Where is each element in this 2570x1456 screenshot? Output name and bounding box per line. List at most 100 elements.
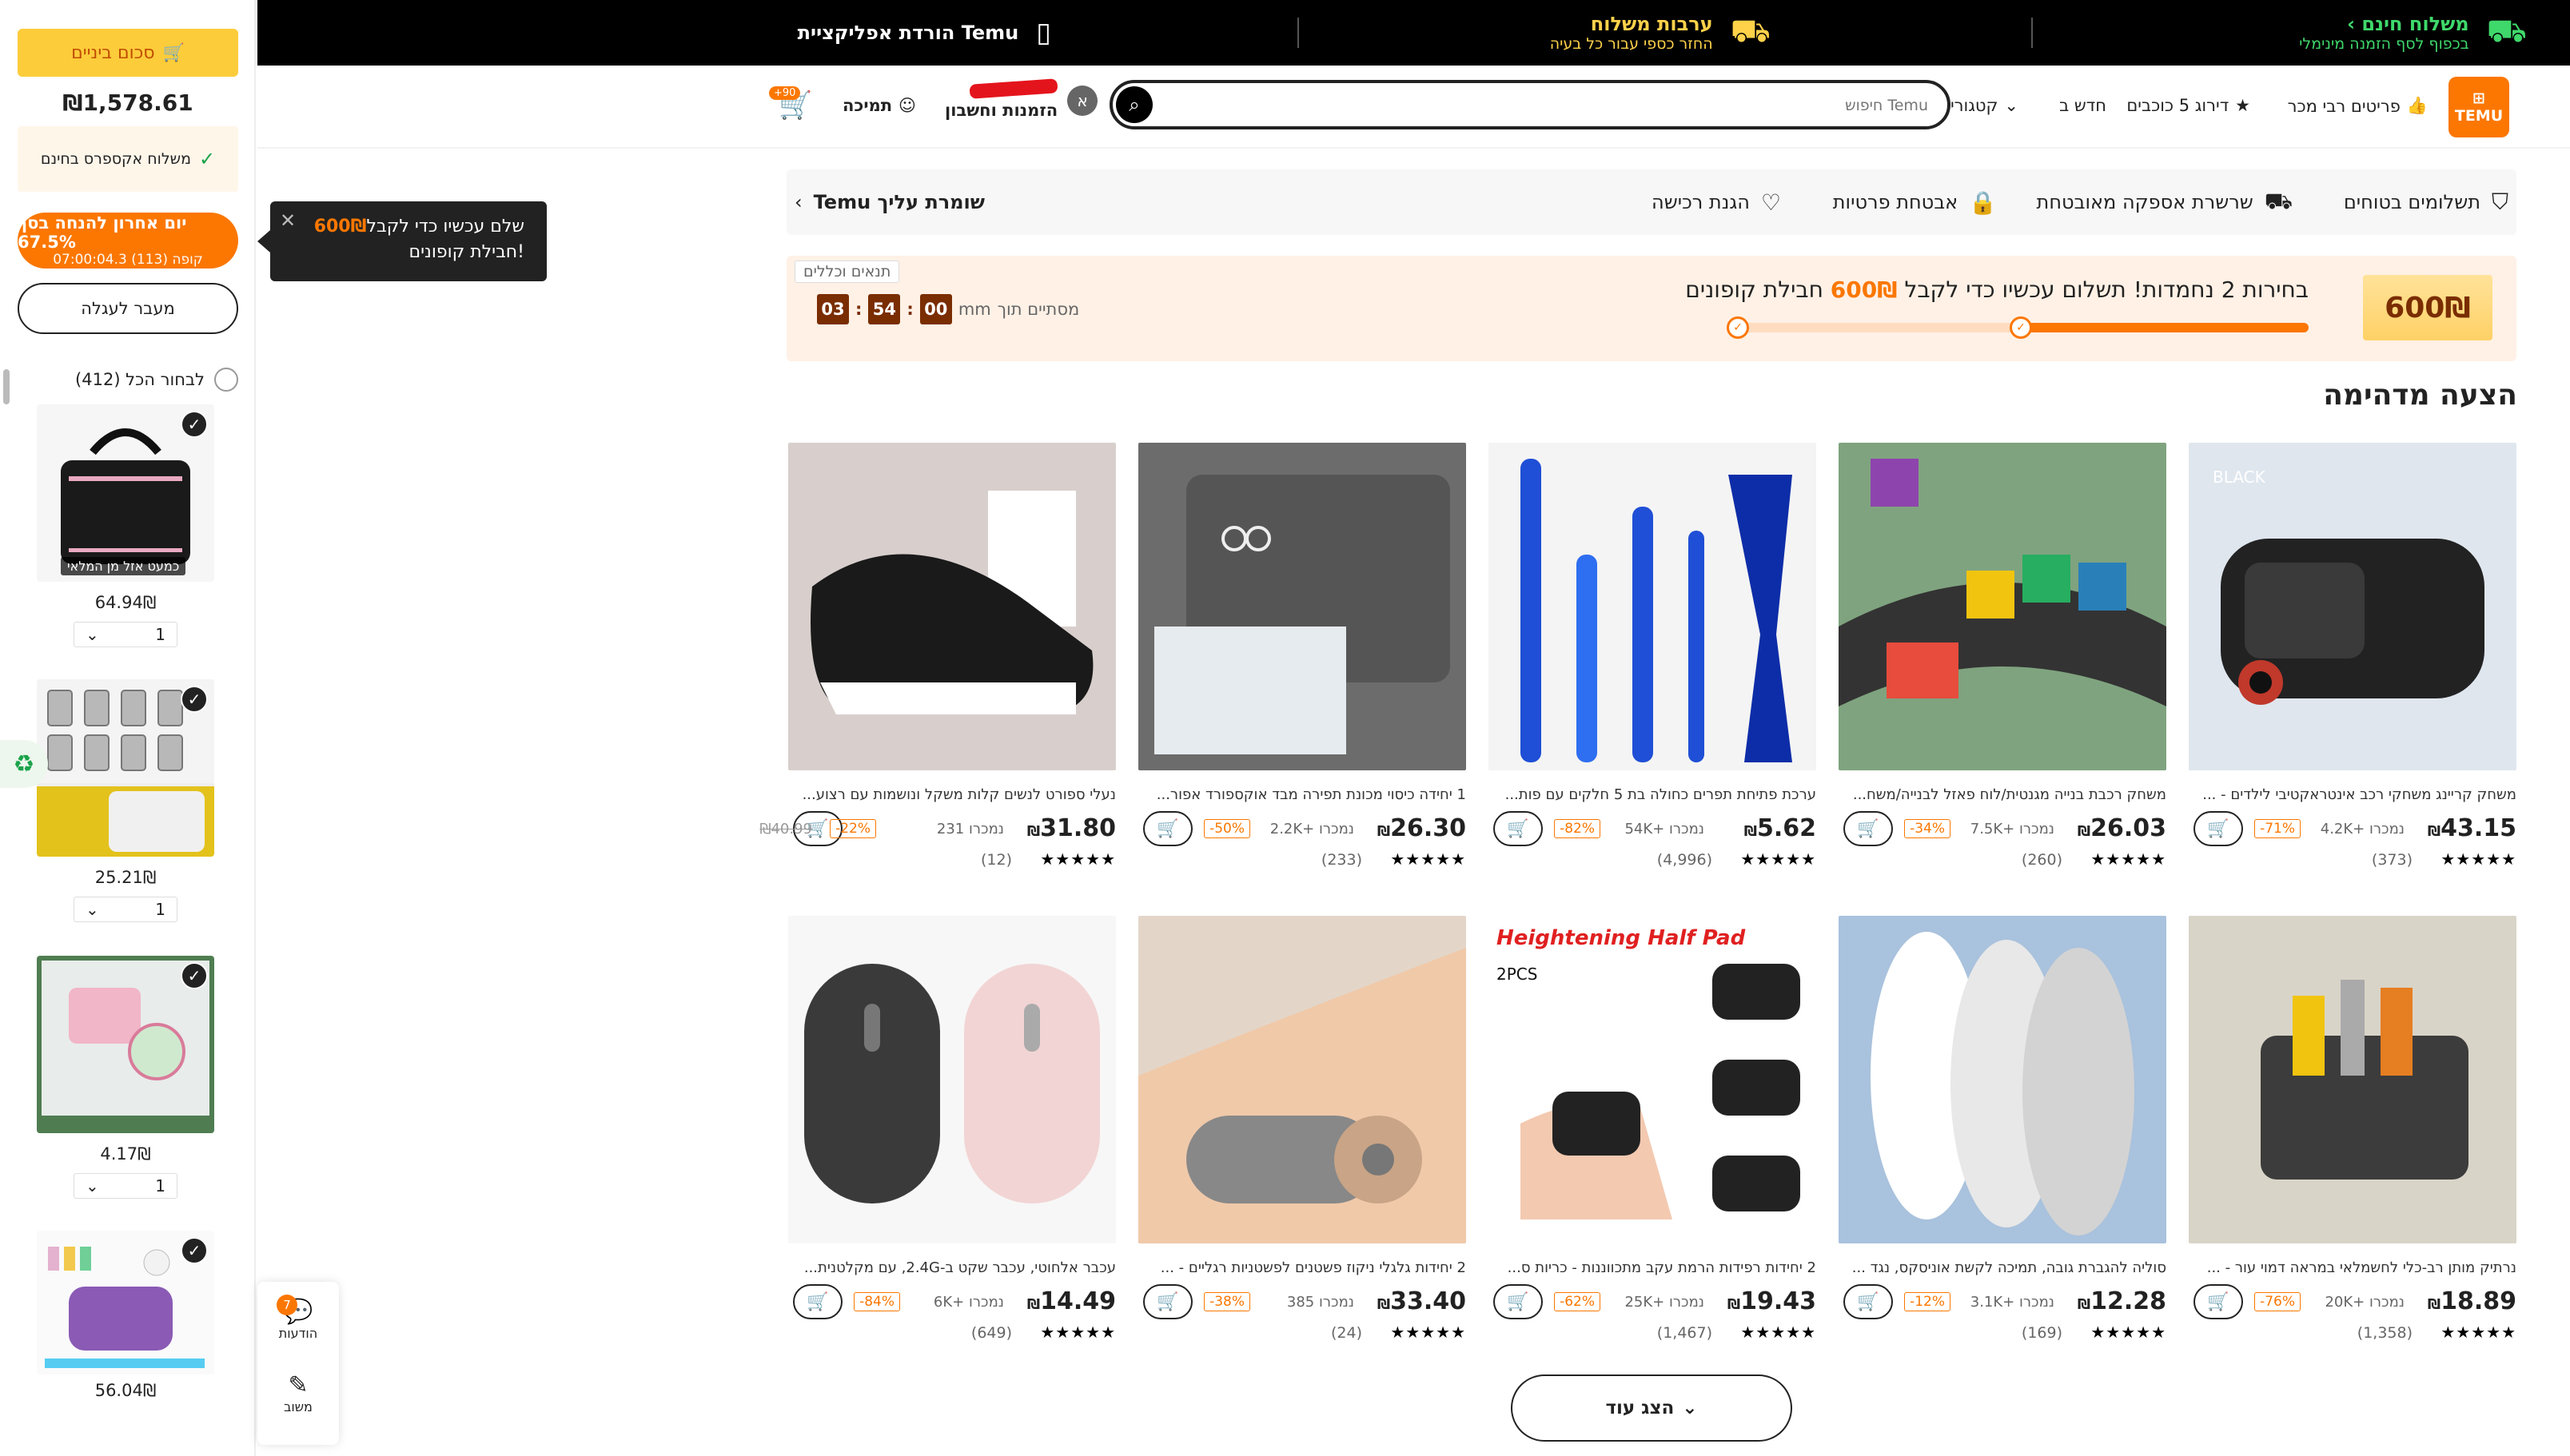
feedback-button[interactable]: ✎ משוב xyxy=(257,1371,339,1414)
product-title[interactable]: ערכת פתיחת תפרים כחולה בת 5 חלקים עם פות… xyxy=(1488,786,1816,803)
cart-item-image[interactable]: ✓ xyxy=(37,679,214,857)
product-title[interactable]: 2 יחידות רפידות הרמת עקב מתכווננות - כרי… xyxy=(1488,1259,1816,1276)
product-image[interactable] xyxy=(1138,916,1466,1243)
avatar[interactable]: א xyxy=(1067,86,1098,116)
product-image[interactable] xyxy=(2189,916,2516,1243)
temu-protects-you[interactable]: ‹ Temu שומרת עליך xyxy=(795,169,985,235)
nav-best-sellers[interactable]: פריטים רבי מכר 👍 xyxy=(2288,96,2428,116)
cart-item[interactable]: ✓ 4.17₪ ⌄ 1 xyxy=(37,956,214,1199)
review-count: (1,467) xyxy=(1656,1324,1712,1342)
thumbs-up-icon: 👍 xyxy=(2406,96,2428,115)
product-title[interactable]: משחק קריינג משחקי רכב אינטראקטיבי לילדים… xyxy=(2189,786,2516,803)
price-value: 18.89 xyxy=(2441,1287,2516,1315)
nav-category[interactable]: קטגוריה ⌄ xyxy=(1939,96,2018,115)
add-to-cart-button[interactable]: 🛒 xyxy=(1493,1284,1543,1319)
product-card[interactable]: Heightening Half Pad 2PCS 2 יחידות רפידות… xyxy=(1488,916,1816,1343)
product-card[interactable]: ערכת פתיחת תפרים כחולה בת 5 חלקים עם פות… xyxy=(1488,443,1816,870)
product-card[interactable]: נרתיק מותן רב-כלי לחשמלאי במראה דמוי עור… xyxy=(2189,916,2516,1343)
promo-checkout-button[interactable]: יום אחרון להנחה בסך 67.5% קופה (113) 07:… xyxy=(18,213,238,269)
eco-widget-icon[interactable]: ♻ xyxy=(0,740,48,788)
add-to-cart-button[interactable]: 🛒 xyxy=(1143,811,1193,846)
quantity-select[interactable]: ⌄ 1 xyxy=(74,1173,177,1199)
discount-badge: -38% xyxy=(1204,1292,1250,1311)
tooltip-line-1: שלם עכשיו כדי לקבל600₪ xyxy=(293,214,524,240)
price-value: 33.40 xyxy=(1390,1287,1466,1315)
cart-item[interactable]: ✓ כמעט אזל מן המלאי 64.94₪ ⌄ 1 xyxy=(37,404,214,647)
notifications-button[interactable]: 💬 7 הודעות xyxy=(257,1295,339,1341)
product-image[interactable] xyxy=(1839,443,2166,770)
search-icon[interactable]: ⌕ xyxy=(1116,86,1153,123)
add-to-cart-button[interactable]: 🛒 xyxy=(1493,811,1543,846)
add-to-cart-button[interactable]: 🛒 xyxy=(1143,1284,1193,1319)
top-promo-bar: ‹ משלוח חינם בכפוף לסף הזמנה מינימלי ⛟ ע… xyxy=(257,0,2570,66)
go-to-cart-button[interactable]: מעבר לעגלה xyxy=(18,283,238,334)
product-title[interactable]: 1 יחידה כיסוי מכונת תפירה מבד אוקספורד א… xyxy=(1138,786,1466,803)
item-checked-icon[interactable]: ✓ xyxy=(181,411,208,438)
quantity-select[interactable]: ⌄ 1 xyxy=(74,622,177,647)
search-bar[interactable]: ⌕ xyxy=(1110,80,1950,129)
product-image[interactable] xyxy=(788,443,1116,770)
product-image[interactable] xyxy=(788,916,1116,1243)
product-card[interactable]: נעלי ספורט לנשים קלות משקל ונושמות עם רצ… xyxy=(759,443,1116,870)
delivery-guarantee-promo[interactable]: ערבות משלוח החזר כספי עבור כל בעיה ⛟ xyxy=(1550,0,1771,66)
show-more-button[interactable]: הצג עוד ⌄ xyxy=(1511,1374,1792,1442)
select-all-radio[interactable] xyxy=(214,368,238,392)
support-link[interactable]: תמיכה ☺ xyxy=(843,96,916,115)
countdown-hours: 03 xyxy=(817,294,849,324)
trust-safe-payments-label: תשלומים בטוחים xyxy=(2343,191,2480,213)
coupon-banner[interactable]: 600₪ בחירות 2 נחמדות! תשלום עכשיו כדי לק… xyxy=(787,256,2516,361)
cart-item-image[interactable]: ✓ כמעט אזל מן המלאי xyxy=(37,404,214,582)
nav-five-stars[interactable]: דירוג 5 כוכבים ★ xyxy=(2126,96,2250,115)
cart-item-image[interactable]: ✓ xyxy=(37,1231,214,1374)
product-title[interactable]: סוליה להגברת גובה, תמיכה לקשת אוניסקס, נ… xyxy=(1839,1259,2166,1276)
cart-plus-icon: 🛒 xyxy=(807,1291,829,1312)
add-to-cart-button[interactable]: 🛒 xyxy=(2193,1284,2243,1319)
add-to-cart-button[interactable]: 🛒 xyxy=(2193,811,2243,846)
add-to-cart-button[interactable]: 🛒 xyxy=(793,1284,843,1319)
item-checked-icon[interactable]: ✓ xyxy=(181,686,208,713)
product-card[interactable]: עכבר אלחוטי, עכבר שקט ב-2.4G, עם מקלטנית… xyxy=(788,916,1116,1343)
product-card[interactable]: סוליה להגברת גובה, תמיכה לקשת אוניסקס, נ… xyxy=(1839,916,2166,1343)
trust-bar[interactable]: תשלומים בטוחים ⛉ שרשרת אספקה מאובטחת ⛟ א… xyxy=(787,169,2516,235)
add-to-cart-button[interactable]: 🛒 xyxy=(1843,1284,1893,1319)
floating-actions: 💬 7 הודעות ✎ משוב xyxy=(257,1282,339,1445)
select-all[interactable]: לבחור הכל (412) xyxy=(18,368,238,392)
free-shipping-promo[interactable]: ‹ משלוח חינם בכפוף לסף הזמנה מינימלי ⛟ xyxy=(2299,0,2527,66)
product-title[interactable]: נעלי ספורט לנשים קלות משקל ונושמות עם רצ… xyxy=(788,786,1116,803)
scrollbar[interactable] xyxy=(3,369,10,404)
download-app-promo[interactable]: הורדת אפליקציית Temu ▯ xyxy=(798,0,1051,66)
svg-text:2PCS: 2PCS xyxy=(1496,965,1537,984)
divider xyxy=(2031,18,2033,48)
add-to-cart-button[interactable]: 🛒 xyxy=(1843,811,1893,846)
cart-item[interactable]: ✓ 56.04₪ xyxy=(37,1231,214,1400)
search-input[interactable] xyxy=(1177,90,1930,121)
terms-link[interactable]: תנאים וכללים xyxy=(795,261,900,283)
product-image[interactable] xyxy=(1138,443,1466,770)
cart-item-image[interactable]: ✓ xyxy=(37,956,214,1133)
chevron-down-icon: ⌄ xyxy=(1682,1398,1698,1418)
select-all-label: לבחור הכל (412) xyxy=(75,370,205,389)
product-title[interactable]: 2 יחידות גלגלי ניקוז פשטנים לפשטניות רגל… xyxy=(1138,1259,1466,1276)
guarantee-title: ערבות משלוח xyxy=(1590,13,1713,35)
product-card[interactable]: 1 יחידה כיסוי מכונת תפירה מבד אוקספורד א… xyxy=(1138,443,1466,870)
product-image[interactable]: Heightening Half Pad 2PCS xyxy=(1488,916,1816,1243)
close-icon[interactable]: ✕ xyxy=(280,208,296,233)
product-card[interactable]: BLACK משחק קריינג משחקי רכב אינטראקטיבי … xyxy=(2189,443,2516,870)
account-menu[interactable]: הזמנות וחשבון א xyxy=(945,78,1098,120)
temu-logo[interactable]: ⊞ TEMU xyxy=(2448,77,2509,137)
product-card[interactable]: משחק רכבת בנייה מגנטית/לוח פאזל לבנייה/מ… xyxy=(1839,443,2166,870)
product-title[interactable]: נרתיק מותן רב-כלי לחשמלאי במראה דמוי עור… xyxy=(2189,1259,2516,1276)
product-image[interactable] xyxy=(1488,443,1816,770)
item-checked-icon[interactable]: ✓ xyxy=(181,1237,208,1264)
product-title[interactable]: משחק רכבת בנייה מגנטית/לוח פאזל לבנייה/מ… xyxy=(1839,786,2166,803)
product-image[interactable]: BLACK xyxy=(2189,443,2516,770)
cart-item[interactable]: ✓ 25.21₪ ⌄ 1 xyxy=(37,679,214,922)
product-card[interactable]: 2 יחידות גלגלי ניקוז פשטנים לפשטניות רגל… xyxy=(1138,916,1466,1343)
item-checked-icon[interactable]: ✓ xyxy=(181,962,208,989)
trust-safe-payments: תשלומים בטוחים ⛉ xyxy=(2344,169,2508,235)
product-image[interactable] xyxy=(1839,916,2166,1243)
nav-new-in[interactable]: חדש ב xyxy=(2059,96,2106,115)
product-title[interactable]: עכבר אלחוטי, עכבר שקט ב-2.4G, עם מקלטנית… xyxy=(788,1259,1116,1276)
quantity-select[interactable]: ⌄ 1 xyxy=(74,897,177,922)
lock-icon: 🔒 xyxy=(1969,189,1997,216)
